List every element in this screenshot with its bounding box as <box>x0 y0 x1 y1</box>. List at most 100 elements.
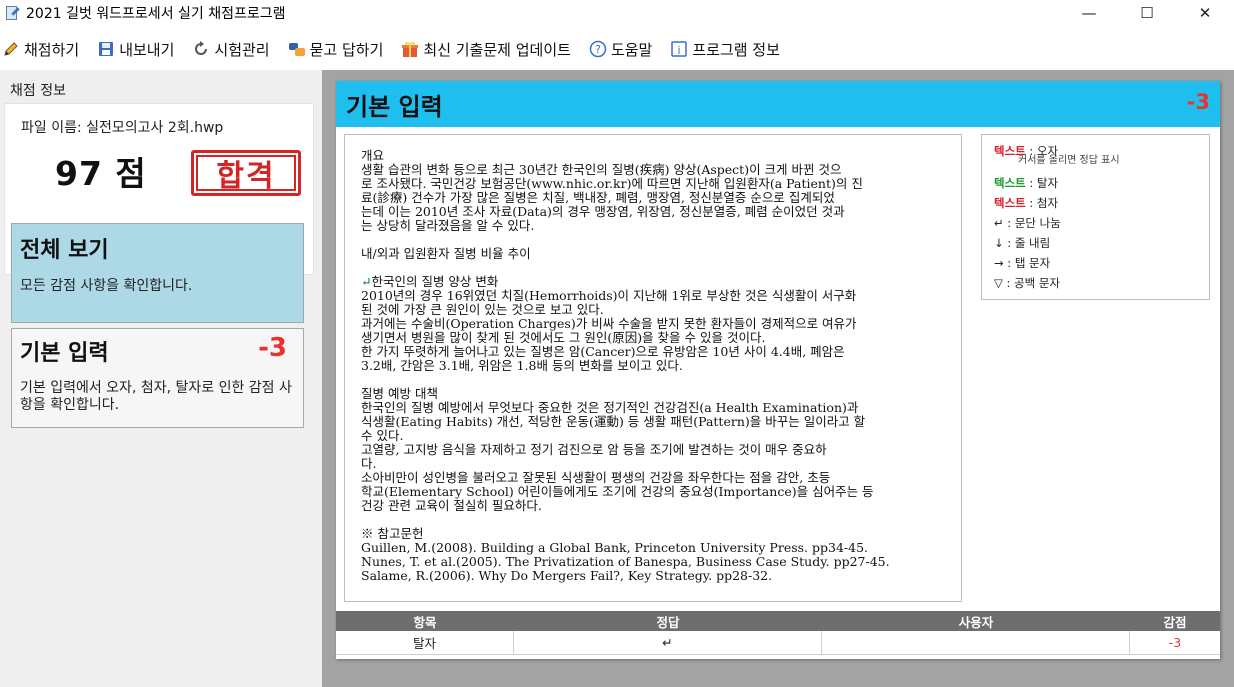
text-line <box>361 513 949 527</box>
chat-icon <box>288 40 306 58</box>
text-line: 고열량, 고지방 음식을 자제하고 정기 검진으로 암 등을 조기에 발견하는 … <box>361 443 827 457</box>
text-line: 식생활(Eating Habits) 개선, 적당한 운동(運動) 등 생활 패… <box>361 415 866 429</box>
basic-input-title: 기본 입력 <box>20 341 109 366</box>
grade-button-label: 채점하기 <box>24 40 80 59</box>
text-line: 학교(Elementary School) 어린이들에게도 조기에 건강의 중요… <box>361 485 874 499</box>
legend-tab: → : 탭 문자 <box>994 256 1051 270</box>
document-text[interactable]: 개요 생활 습관의 변화 등으로 최근 30년간 한국인의 질병(疾病) 양상(A… <box>344 134 962 602</box>
main-area: 기본 입력 -3 개요 생활 습관의 변화 등으로 최근 30년간 한국인의 질병… <box>322 70 1234 687</box>
text-line: Guillen, M.(2008). Building a Global Ban… <box>361 541 869 555</box>
pencil-icon <box>2 40 20 58</box>
column-header-deduction: 감점 <box>1163 614 1187 630</box>
qna-button-label: 묻고 답하기 <box>309 40 384 59</box>
document-title: 기본 입력 <box>346 92 443 121</box>
text-line <box>361 233 949 247</box>
minimize-button[interactable]: — <box>1060 0 1118 26</box>
svg-text:?: ? <box>595 43 601 56</box>
pass-stamp: 합격 <box>191 150 301 196</box>
text-line: Salame, R.(2006). Why Do Mergers Fail?, … <box>361 569 773 583</box>
help-button-label: 도움말 <box>610 40 653 59</box>
sidebar-header: 채점 정보 <box>10 83 66 99</box>
text-line: ※ 참고문헌 <box>361 527 424 541</box>
text-line: ↵한국인의 질병 양상 변화 <box>361 275 949 289</box>
text-line <box>361 261 949 275</box>
total-score: 97 점 <box>55 154 147 193</box>
text-line-content: 한국인의 질병 양상 변화 <box>371 275 499 289</box>
exam-manage-button[interactable]: 시험관리 <box>192 39 270 60</box>
title-bar: 2021 길벗 워드프로세서 실기 채점프로그램 — ☐ ✕ <box>0 0 1234 26</box>
window-controls: — ☐ ✕ <box>1060 0 1234 26</box>
update-button-label: 최신 기출문제 업데이트 <box>423 40 571 59</box>
text-line: 수 있다. <box>361 429 404 443</box>
qna-button[interactable]: 묻고 답하기 <box>288 39 384 60</box>
legend-subscript: 텍스트 : 첨자 <box>994 196 1059 210</box>
view-all-title: 전체 보기 <box>20 238 109 263</box>
program-info-button-label: 프로그램 정보 <box>692 40 780 59</box>
text-line: 소아비만이 성인병을 불러오고 잘못된 식생활이 평생의 건강을 좌우한다는 점… <box>361 471 831 485</box>
close-button[interactable]: ✕ <box>1176 0 1234 26</box>
sidebar: 채점 정보 파일 이름: 실전모의고사 2회.hwp 97 점 합격 전체 보기… <box>0 70 322 687</box>
view-all-card[interactable]: 전체 보기 모든 감점 사항을 확인합니다. <box>11 223 304 323</box>
missing-paragraph-mark[interactable]: ↵ <box>361 275 371 289</box>
legend-space: ▽ : 공백 문자 <box>994 276 1061 290</box>
text-line: 생활 습관의 변화 등으로 최근 30년간 한국인의 질병(疾病) 양상(Asp… <box>361 163 842 177</box>
info-icon: i <box>670 40 688 58</box>
table-header: 항목 정답 사용자 감점 <box>336 611 1220 631</box>
text-line: 료(診療) 건수가 가장 많은 질병은 치질, 백내장, 폐렴, 맹장염, 정신… <box>361 191 835 205</box>
text-line: 생기면서 병원을 많이 찾게 된 것에서도 그 원인(原因)을 찾을 수 있을 … <box>361 331 766 345</box>
column-header-user: 사용자 <box>958 614 994 630</box>
legend: 텍스트 : 오자 커서를 올리면 정답 표시 텍스트 : 탈자 텍스트 : 첨자… <box>981 134 1210 300</box>
document-header: 기본 입력 -3 <box>336 81 1220 127</box>
text-line: 질병 예방 대책 <box>361 387 438 401</box>
basic-input-desc: 기본 입력에서 오자, 첨자, 탈자로 인한 감점 사항을 확인합니다. <box>20 380 292 413</box>
basic-input-card[interactable]: 기본 입력 -3 기본 입력에서 오자, 첨자, 탈자로 인한 감점 사항을 확… <box>11 328 304 428</box>
svg-text:i: i <box>678 44 681 57</box>
column-header-item: 항목 <box>413 614 437 630</box>
basic-input-score: -3 <box>258 333 287 363</box>
table-row[interactable]: 탈자 ↵ -3 <box>336 631 1220 655</box>
cell-answer: ↵ <box>514 631 822 654</box>
cell-item: 탈자 <box>336 631 514 654</box>
cell-user <box>822 631 1130 654</box>
gift-icon <box>401 40 419 58</box>
text-line: 는데 이는 2010년 조사 자료(Data)의 경우 맹장염, 위장염, 정신… <box>361 205 845 219</box>
help-icon: ? <box>589 40 607 58</box>
text-line: 2010년의 경우 16위였던 치질(Hemorrhoids)이 지난해 1위로… <box>361 289 857 303</box>
maximize-button[interactable]: ☐ <box>1118 0 1176 26</box>
program-info-button[interactable]: i 프로그램 정보 <box>670 39 780 60</box>
text-line: 개요 <box>361 149 385 163</box>
grade-button[interactable]: 채점하기 <box>2 39 79 60</box>
view-all-desc: 모든 감점 사항을 확인합니다. <box>20 278 193 294</box>
toolbar: 채점하기 내보내기 시험관리 묻고 답하기 최신 기출문제 업데이트 ? 도움말… <box>0 34 1234 64</box>
file-name: 파일 이름: 실전모의고사 2회.hwp <box>21 120 224 136</box>
text-line: 로 조사됐다. 국민건강 보험공단(www.nhic.or.kr)에 따르면 지… <box>361 177 863 191</box>
update-button[interactable]: 최신 기출문제 업데이트 <box>401 39 571 60</box>
legend-missing: 텍스트 : 탈자 <box>994 176 1059 190</box>
export-button-label: 내보내기 <box>119 40 175 59</box>
text-line: 다. <box>361 457 377 471</box>
document-score: -3 <box>1186 90 1210 114</box>
help-button[interactable]: ? 도움말 <box>589 39 652 60</box>
column-header-answer: 정답 <box>656 614 680 630</box>
text-line: 한국인의 질병 예방에서 무엇보다 중요한 것은 정기적인 건강검진(a Hea… <box>361 401 859 415</box>
text-line: 한 가지 뚜렷하게 늘어나고 있는 질병은 암(Cancer)으로 유방암은 1… <box>361 345 845 359</box>
deduction-table: 항목 정답 사용자 감점 탈자 ↵ -3 <box>336 611 1220 655</box>
cell-deduction: -3 <box>1168 635 1182 650</box>
text-line: 3.2배, 간암은 3.1배, 위암은 1.8배 등의 변화를 보이고 있다. <box>361 359 683 373</box>
legend-linebreak: ↓ : 줄 내림 <box>994 236 1051 250</box>
legend-paragraph: ↵ : 문단 나눔 <box>994 216 1061 230</box>
text-line: 는 상당히 달라졌음을 알 수 있다. <box>361 219 535 233</box>
floppy-disk-icon <box>97 40 115 58</box>
export-button[interactable]: 내보내기 <box>97 39 174 60</box>
text-line: 된 것에 가장 큰 원인이 있는 것으로 보고 있다. <box>361 303 604 317</box>
document-panel: 기본 입력 -3 개요 생활 습관의 변화 등으로 최근 30년간 한국인의 질병… <box>336 81 1220 659</box>
legend-typo-hint: 커서를 올리면 정답 표시 <box>1018 155 1120 166</box>
app-icon <box>4 5 20 21</box>
window-title: 2021 길벗 워드프로세서 실기 채점프로그램 <box>26 6 286 22</box>
text-line: 내/외과 입원환자 질병 비율 추이 <box>361 247 531 261</box>
text-line: 과거에는 수술비(Operation Charges)가 비싸 수술을 받지 못… <box>361 317 857 331</box>
refresh-icon <box>192 40 210 58</box>
text-line <box>361 373 949 387</box>
text-line: 건강 관련 교육이 절실히 필요하다. <box>361 499 542 513</box>
exam-manage-button-label: 시험관리 <box>214 40 270 59</box>
